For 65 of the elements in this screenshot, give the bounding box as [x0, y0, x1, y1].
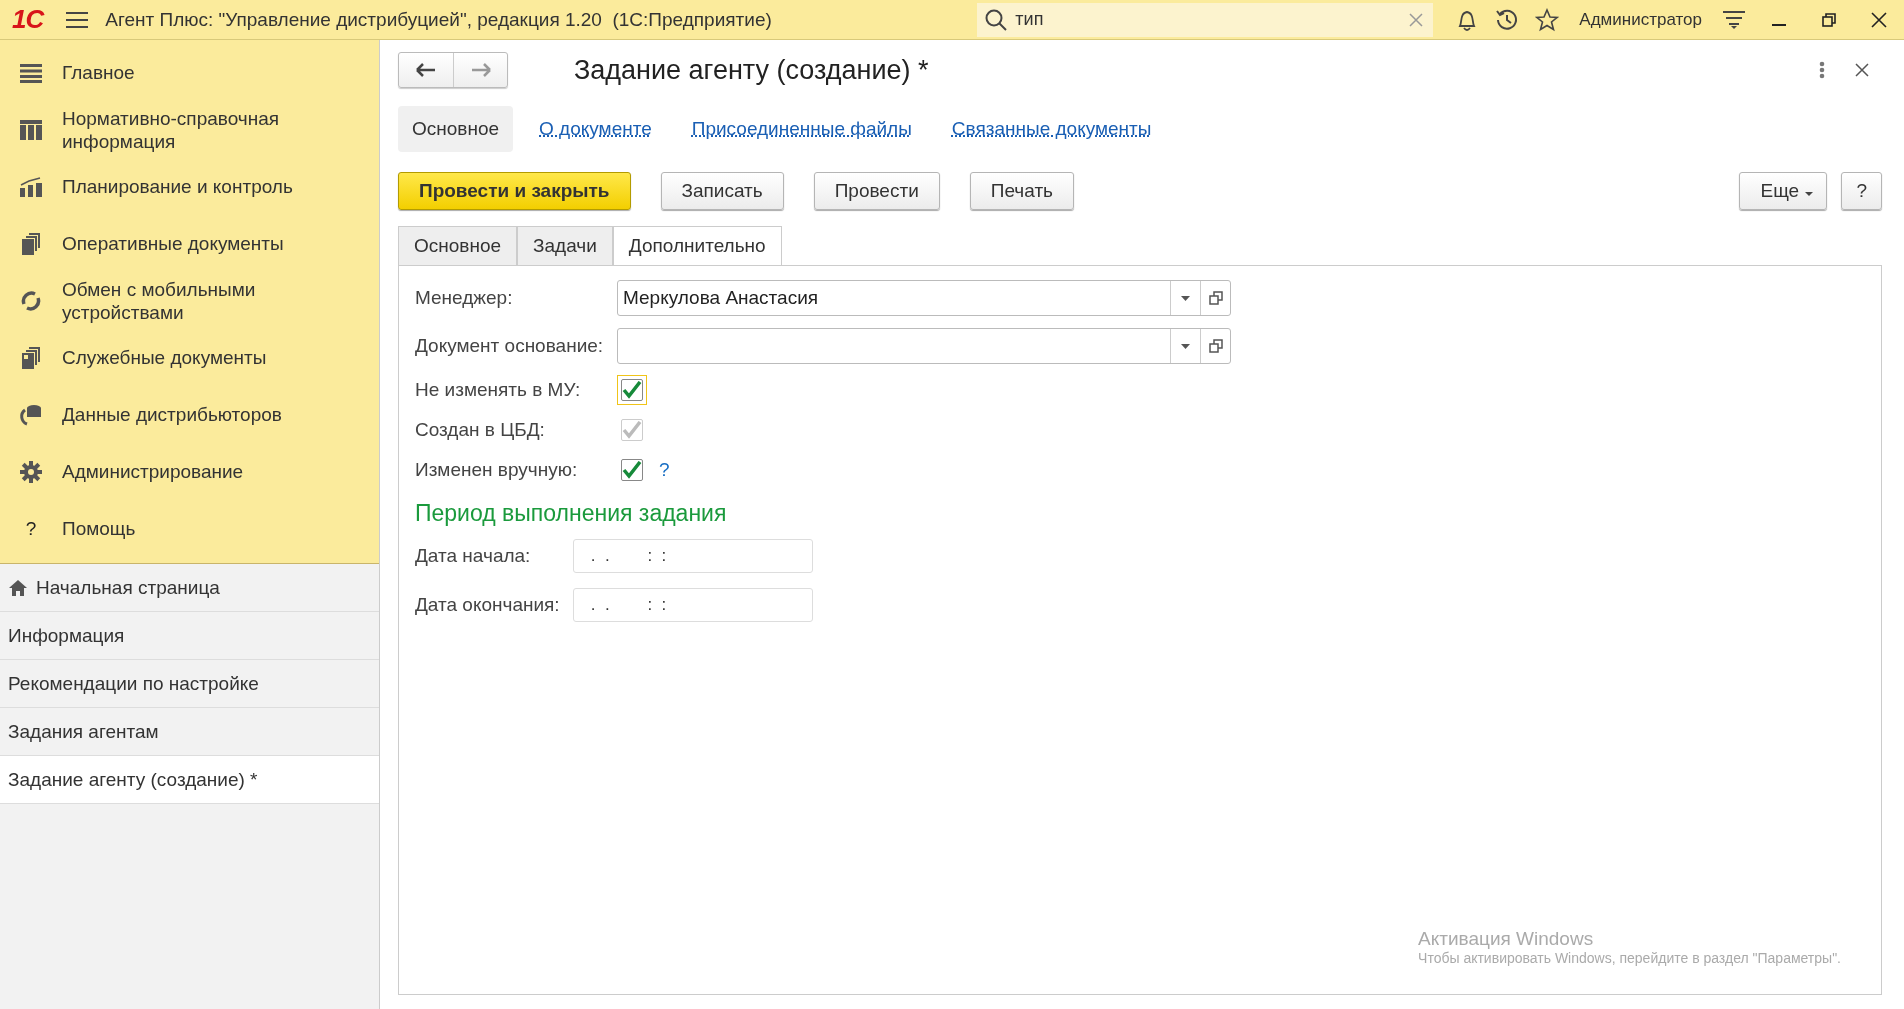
command-button[interactable]: Записать [660, 172, 784, 210]
form-nav-tab[interactable]: О документе [525, 106, 666, 152]
activation-notice-text: Чтобы активировать Windows, перейдите в раздел "Параметры". [1418, 950, 1841, 966]
field-label: Документ основание: [415, 335, 605, 357]
search-icon [985, 8, 1008, 31]
section-item[interactable]: Оперативные документы [0, 215, 379, 272]
field-label: Изменен вручную: [415, 459, 579, 481]
logo: 1С [12, 4, 44, 35]
checkbox[interactable] [617, 375, 647, 405]
section-item[interactable]: Обмен с мобильными устройствами [0, 272, 379, 329]
form-title: Задание агенту (создание) * [574, 54, 930, 86]
user-name[interactable]: Администратор [1579, 9, 1702, 30]
form-nav-tab[interactable]: Связанные документы [937, 106, 1166, 152]
window-title: Агент Плюс: "Управление дистрибуцией", редакция 1.20 (1С:Предприятие) [105, 8, 773, 31]
date-field[interactable]: . . : : [573, 538, 813, 573]
activation-notice-title: Активация Windows [1418, 928, 1595, 950]
command-button[interactable]: Печать [969, 172, 1074, 210]
checkmark-icon [622, 381, 642, 399]
arrow-right-icon [470, 63, 491, 77]
field-label: Менеджер: [415, 287, 514, 309]
section-item[interactable]: Нормативно-справочная информация [0, 101, 379, 158]
clear-icon[interactable] [1409, 12, 1424, 27]
form-tab[interactable]: Задачи [517, 226, 613, 266]
select-field[interactable]: Меркулова Анастасия [617, 280, 1231, 316]
open-window-item[interactable]: Рекомендации по настройке [0, 660, 379, 708]
field-label: Дата начала: [415, 544, 532, 567]
open-window-item[interactable]: Задание агенту (создание) * [0, 756, 379, 804]
documents-icon [20, 232, 42, 255]
table-icon [20, 119, 42, 140]
section-item[interactable]: Данные дистрибьюторов [0, 386, 379, 443]
field-label: Создан в ЦБД: [415, 419, 546, 441]
form-tab[interactable]: Основное [398, 226, 518, 266]
section-title: Период выполнения задания [415, 500, 728, 527]
field-label: Дата окончания: [415, 593, 561, 616]
open-window-item[interactable]: Начальная страница [0, 564, 379, 612]
section-item[interactable]: Главное [0, 44, 379, 101]
lines-icon [20, 62, 42, 83]
open-window-item[interactable]: Информация [0, 612, 379, 660]
date-field[interactable]: . . : : [573, 587, 813, 622]
section-item[interactable]: ? Помощь [0, 500, 379, 557]
more-button[interactable]: Еще [1739, 172, 1828, 210]
checkmark-icon [622, 421, 642, 439]
form-tab[interactable]: Дополнительно [612, 226, 782, 266]
select-field[interactable] [617, 328, 1231, 364]
help-button[interactable]: ? [1841, 172, 1882, 210]
sync-icon [20, 289, 42, 312]
command-button[interactable]: Провести [813, 172, 940, 210]
arrow-left-icon [416, 63, 436, 77]
documents-icon [20, 346, 42, 369]
checkmark-icon [622, 461, 642, 479]
bar-chart-icon [20, 176, 42, 197]
gear-icon [20, 460, 42, 483]
form-nav-tab[interactable]: Присоединенные файлы [677, 106, 926, 152]
section-item[interactable]: Планирование и контроль [0, 158, 379, 215]
help-icon: ? [25, 517, 37, 540]
help-link[interactable]: ? [659, 459, 670, 481]
field-label: Не изменять в МУ: [415, 379, 582, 401]
search-field[interactable]: тип [977, 2, 1434, 37]
section-item[interactable]: Администрирование [0, 443, 379, 500]
section-item[interactable]: Служебные документы [0, 329, 379, 386]
form-nav-tab[interactable]: Основное [398, 106, 514, 152]
caret-icon [1804, 191, 1815, 197]
home-icon [8, 578, 28, 597]
post-and-close-button[interactable]: Провести и закрыть [398, 172, 631, 210]
database-icon [19, 403, 43, 426]
